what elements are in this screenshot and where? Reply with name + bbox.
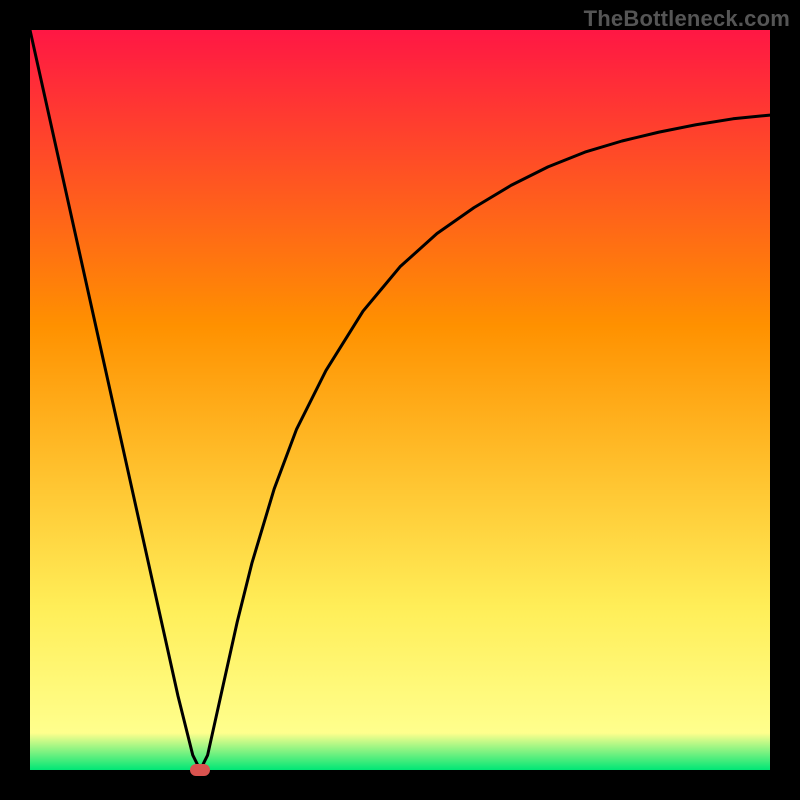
chart-container: TheBottleneck.com [0, 0, 800, 800]
optimal-marker [190, 764, 210, 776]
watermark-text: TheBottleneck.com [584, 6, 790, 32]
plot-area [30, 30, 770, 770]
bottleneck-curve [30, 30, 770, 770]
